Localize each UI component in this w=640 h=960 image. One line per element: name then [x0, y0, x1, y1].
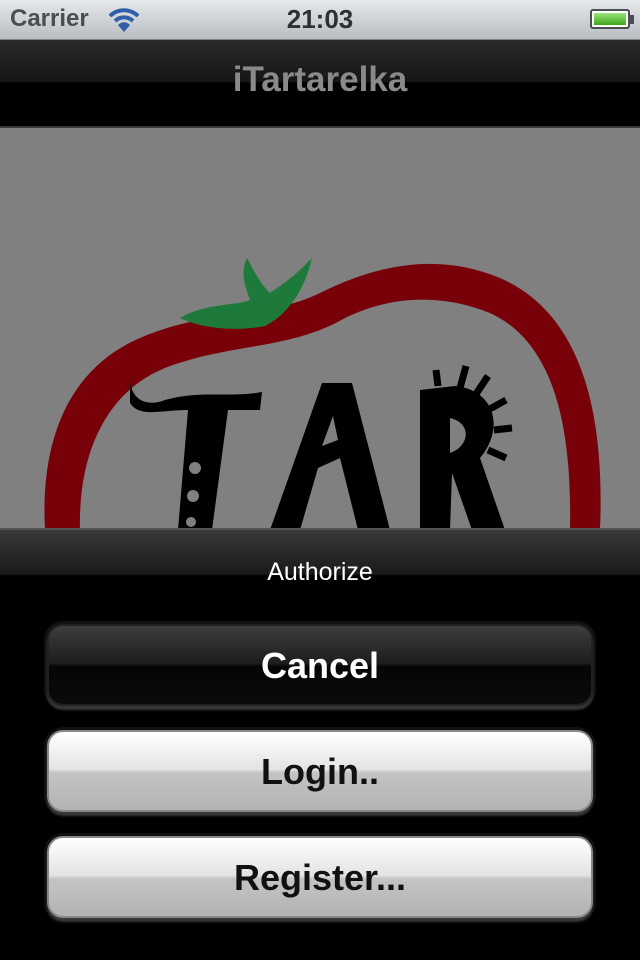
cancel-button[interactable]: Cancel: [47, 624, 593, 706]
register-button[interactable]: Register...: [47, 836, 593, 918]
logo-letter-a: [270, 383, 390, 530]
status-bar: Carrier 21:03: [0, 0, 640, 40]
navigation-bar: iTartarelka: [0, 40, 640, 128]
logo-letter-t: [130, 378, 262, 530]
status-time: 21:03: [286, 4, 354, 34]
battery-icon: [590, 9, 634, 29]
action-sheet: Authorize Cancel Login.. Register...: [0, 528, 640, 960]
tomato-logo: [44, 258, 601, 530]
nav-title: iTartarelka: [232, 60, 408, 99]
logo-area: [0, 128, 640, 530]
login-button[interactable]: Login..: [47, 730, 593, 812]
battery-fill: [594, 13, 626, 25]
action-sheet-title: Authorize: [267, 558, 373, 586]
